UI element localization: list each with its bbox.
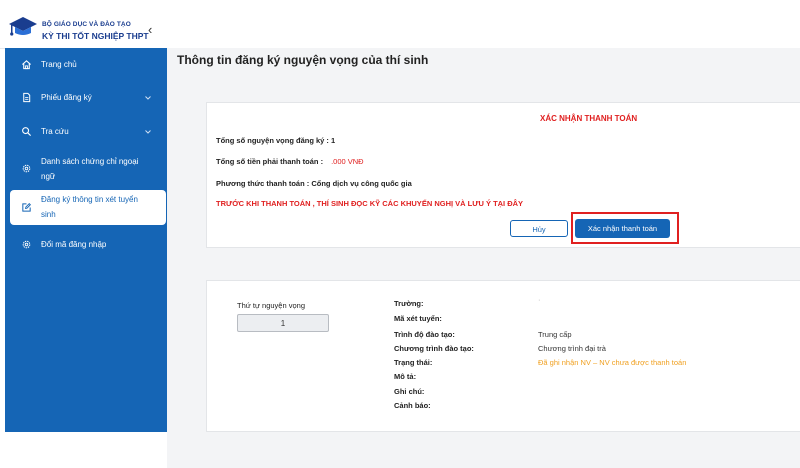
sidebar-item-admission-info[interactable]: Đăng ký thông tin xét tuyển sinh — [10, 190, 166, 225]
payment-warning-text: TRƯỚC KHI THANH TOÁN , THÍ SINH ĐỌC KỸ C… — [216, 199, 491, 208]
cancel-button[interactable]: Hủy — [510, 220, 568, 237]
sidebar-item-language-certificates[interactable]: Danh sách chứng chỉ ngoại ngữ — [5, 152, 167, 186]
field-label-description: Mô tả: — [394, 372, 417, 381]
sidebar-item-label: Tra cứu — [41, 127, 69, 136]
search-icon — [22, 127, 32, 137]
sidebar-item-registration-form[interactable]: Phiếu đăng ký — [5, 89, 167, 107]
collapse-sidebar-icon[interactable]: ‹ — [148, 23, 152, 36]
total-amount-label: Tổng số tiền phải thanh toán : — [216, 157, 324, 166]
field-label-training-level: Trình độ đào tạo: — [394, 330, 455, 339]
sidebar-item-label-line1: Đăng ký thông tin xét tuyển — [41, 195, 138, 204]
field-value-school: · — [538, 295, 541, 304]
field-label-note: Ghi chú: — [394, 387, 425, 396]
document-icon — [23, 92, 31, 103]
field-label-school: Trường: — [394, 299, 424, 308]
gear-icon — [22, 240, 31, 249]
wish-order-field[interactable]: 1 — [237, 314, 329, 332]
sidebar: Trang chủ Phiếu đăng ký Tra cứu Danh sác… — [5, 48, 167, 432]
payment-warning: TRƯỚC KHI THANH TOÁN , THÍ SINH ĐỌC KỸ C… — [216, 199, 523, 208]
graduation-cap-logo-icon — [9, 17, 37, 36]
system-name: KỲ THI TỐT NGHIỆP THPT — [42, 31, 149, 41]
total-wishes: Tổng số nguyện vọng đăng ký : 1 — [216, 136, 336, 145]
sidebar-item-label: Trang chủ — [41, 60, 77, 69]
field-value-training-level: Trung cấp — [538, 330, 572, 339]
sidebar-item-label-line2: ngữ — [41, 172, 56, 181]
payment-method: Phương thức thanh toán : Cổng dịch vụ cô… — [216, 179, 412, 188]
sidebar-item-label: Phiếu đăng ký — [41, 93, 92, 102]
page-title: Thông tin đăng ký nguyện vọng của thí si… — [177, 53, 429, 67]
payment-confirmation-title: XÁC NHẬN THANH TOÁN — [540, 114, 638, 123]
sidebar-item-home[interactable]: Trang chủ — [5, 56, 167, 74]
field-label-status: Trạng thái: — [394, 358, 433, 367]
sidebar-item-label: Đổi mã đăng nhập — [41, 240, 107, 249]
total-amount-value: .000 VNĐ — [331, 157, 364, 166]
sidebar-item-label-line2: sinh — [41, 210, 56, 219]
field-label-training-program: Chương trình đào tạo: — [394, 344, 474, 353]
field-label-admission-code: Mã xét tuyển: — [394, 314, 442, 323]
sidebar-item-change-login-code[interactable]: Đổi mã đăng nhập — [5, 236, 167, 254]
gear-icon — [22, 164, 31, 173]
field-value-training-program: Chương trình đại trà — [538, 344, 606, 353]
edit-icon — [22, 203, 31, 212]
top-bar: BỘ GIÁO DỤC VÀ ĐÀO TẠO KỲ THI TỐT NGHIỆP… — [0, 0, 800, 49]
confirm-payment-button[interactable]: Xác nhận thanh toán — [575, 219, 670, 238]
wish-order-label: Thứ tự nguyện vọng — [237, 301, 305, 310]
chevron-down-icon — [145, 130, 151, 134]
payment-confirmation-card — [206, 102, 800, 248]
sidebar-item-lookup[interactable]: Tra cứu — [5, 123, 167, 141]
org-name: BỘ GIÁO DỤC VÀ ĐÀO TẠO — [42, 21, 131, 28]
field-label-warning: Cảnh báo: — [394, 401, 431, 410]
warning-link[interactable]: TẠI ĐÂY — [493, 199, 523, 208]
sidebar-item-label-line1: Danh sách chứng chỉ ngoại — [41, 157, 139, 166]
field-value-status: Đã ghi nhận NV – NV chưa được thanh toán — [538, 358, 687, 367]
chevron-down-icon — [145, 96, 151, 100]
total-amount-row: Tổng số tiền phải thanh toán : .000 VNĐ — [216, 157, 364, 166]
home-icon — [22, 60, 31, 70]
